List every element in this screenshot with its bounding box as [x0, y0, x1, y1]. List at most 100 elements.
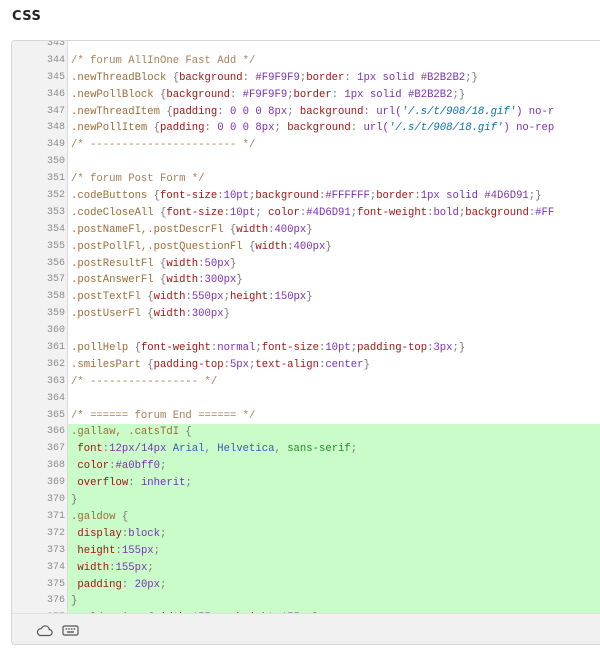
line-number: 368 [46, 460, 65, 472]
code-token: : [363, 105, 377, 118]
code-token: ; [160, 460, 167, 473]
code-line: 345 .newThreadBlock {background: #F9F9F9;… [12, 70, 600, 87]
line-code: .postTextFl {width:550px;height:150px} [68, 289, 600, 306]
code-line: 361 .pollHelp {font-weight:normal;font-si… [12, 340, 600, 357]
code-token: width [77, 561, 110, 574]
line-code: font:12px/14px Arial, Helvetica, sans-se… [68, 441, 600, 459]
code-line: 367 font:12px/14px Arial, Helvetica, san… [12, 441, 600, 459]
line-code: .postAnswerFl {width:300px} [68, 272, 600, 289]
code-token: text-align [255, 358, 319, 371]
code-token: color [268, 206, 300, 219]
code-lines: 343 344/* forum AllInOne Fast Add */345 .n… [12, 41, 600, 613]
code-line: 370} [12, 492, 600, 509]
code-token: { [147, 190, 161, 203]
code-token: } [363, 358, 370, 371]
code-token: font-weight [357, 206, 428, 219]
code-token: } [325, 240, 332, 253]
code-token: height [77, 544, 116, 557]
code-token: .postAnswerFl [71, 274, 154, 287]
code-token: .newPollBlock [71, 88, 154, 101]
code-line: 366 .gallaw, .catsTdI { [12, 424, 600, 442]
code-token: { [160, 105, 173, 118]
code-line: 372 display:block; [12, 525, 600, 543]
code-area[interactable]: 343 344/* forum AllInOne Fast Add */345 .n… [12, 41, 600, 613]
line-number: 362 [46, 358, 65, 370]
code-token: } [71, 595, 78, 608]
code-token: border [293, 88, 332, 101]
code-token: color [77, 460, 110, 473]
code-token: font-size [261, 342, 319, 355]
line-code: .postNameFl,.postDescrFl {width:400px} [68, 222, 600, 239]
line-code: overflow: inherit; [68, 475, 600, 493]
line-code: /* forum Post Form */ [68, 171, 600, 188]
code-line: 363 /* ----------------- */ [12, 374, 600, 391]
code-token: font-size [160, 190, 218, 203]
cloud-button[interactable] [34, 621, 54, 639]
code-token: url( [376, 105, 402, 118]
code-token: #a0bff0 [115, 460, 161, 473]
code-line: 369 overflow: inherit; [12, 475, 600, 493]
code-token: /* forum AllInOne Fast Add */ [71, 54, 256, 67]
line-code: .galdow { [68, 508, 600, 526]
line-code: color:#a0bff0; [68, 458, 600, 476]
code-line: 362 .smilesPart {padding-top:5px;text-ali… [12, 357, 600, 374]
code-token: .postNameFl,.postDescrFl [71, 223, 224, 236]
code-token: 155px [115, 561, 148, 574]
line-code: .codeButtons {font-size:10pt;background:… [68, 188, 600, 205]
line-number: 375 [46, 578, 65, 590]
code-token: : [128, 477, 141, 490]
line-number: 373 [46, 544, 65, 556]
code-token: ; [160, 527, 167, 540]
code-token: center [325, 358, 364, 371]
code-token: font [77, 443, 103, 456]
code-line: 346 .newPollBlock {background: #F9F9F9;bo… [12, 87, 600, 104]
line-code: .postUserFl {width:300px} [68, 306, 600, 323]
code-token: 12px/14px [109, 443, 173, 456]
code-editor[interactable]: 343 344/* forum AllInOne Fast Add */345 .n… [11, 40, 600, 645]
code-token: font-weight [140, 342, 211, 355]
code-line: 357 .postAnswerFl {width:300px} [12, 272, 600, 289]
line-number: 356 [46, 257, 65, 269]
code-token: .codeButtons [71, 190, 148, 203]
code-token: 155px [121, 544, 154, 557]
code-token: background [299, 105, 364, 118]
code-token: { [140, 308, 154, 321]
code-token: ; [160, 578, 167, 591]
code-token: ; [153, 544, 161, 557]
code-token: ) no-rep [503, 122, 555, 135]
line-code: .newThreadBlock {background: #F9F9F9;bor… [68, 70, 600, 87]
code-token: { [166, 71, 180, 84]
code-token: { [153, 88, 167, 101]
line-code: .newPollItem {padding: 0 0 0 8px; backgr… [68, 120, 600, 137]
code-token: } [71, 494, 78, 507]
code-token: } [306, 223, 313, 236]
code-line: 364 [12, 391, 600, 408]
line-code: .pollHelp {font-weight:normal;font-size:… [68, 340, 600, 357]
code-token: 10pt [229, 206, 256, 219]
code-token: { [242, 240, 256, 253]
code-token: : [121, 578, 135, 591]
cloud-icon [36, 624, 53, 636]
editor-toolbar [12, 613, 600, 644]
keyboard-button[interactable] [60, 621, 80, 639]
code-token: Helvetica [217, 443, 275, 456]
code-token: .codeCloseAll [71, 206, 154, 219]
code-token: .postUserFl [71, 308, 141, 321]
code-token: : [229, 88, 243, 101]
code-line: 368 color:#a0bff0; [12, 458, 600, 476]
code-token: ;} [452, 342, 466, 355]
code-token: ; [147, 561, 154, 574]
line-code: .smilesPart {padding-top:5px;text-align:… [68, 357, 600, 374]
code-line: 349 /* ----------------------- */ [12, 137, 600, 154]
code-token: overflow [77, 477, 129, 490]
code-token: { [179, 426, 192, 439]
code-token: ) no-r [516, 105, 555, 118]
code-token: url( [363, 122, 389, 135]
code-line: 356 .postResultFl {width:50px} [12, 256, 600, 273]
code-token: #FFFFFF [325, 190, 370, 203]
code-token: ;} [452, 88, 466, 101]
code-token: padding [172, 105, 218, 118]
